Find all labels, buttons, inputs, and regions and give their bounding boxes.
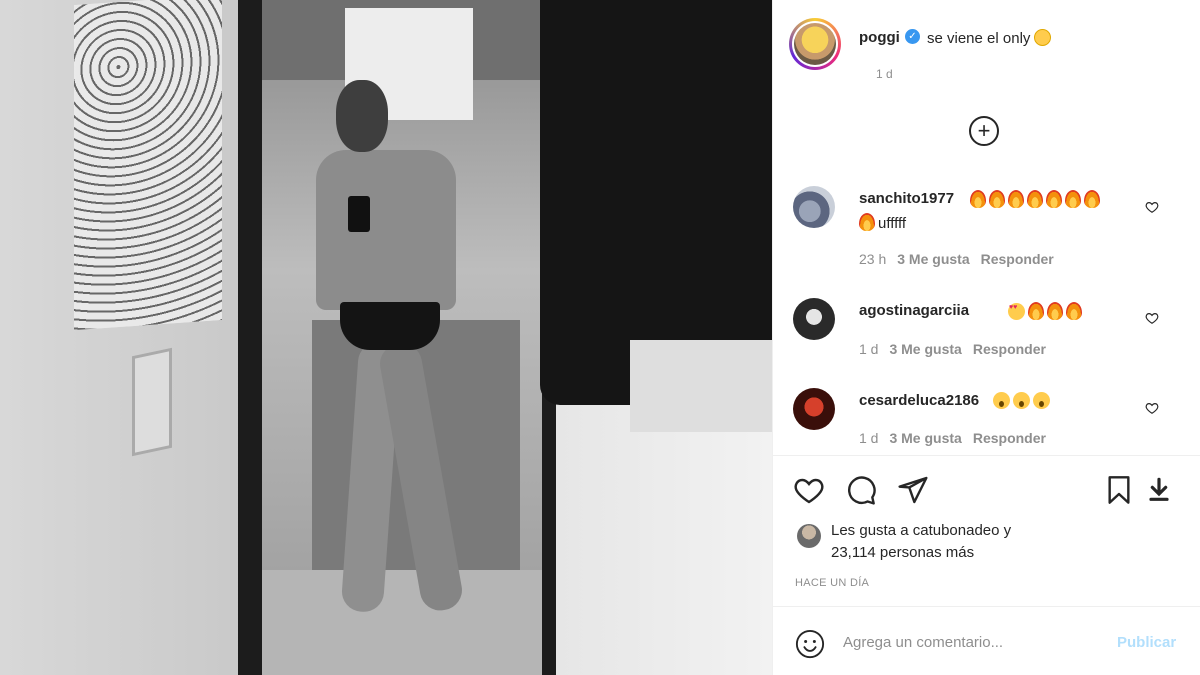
photo-light-switch — [132, 347, 172, 457]
author-avatar[interactable] — [789, 18, 841, 70]
comment-text — [970, 190, 1103, 209]
comment-meta: 1 d 3 Me gusta Responder — [859, 341, 1057, 357]
comment-avatar[interactable] — [793, 388, 835, 430]
comment-text-content: ufffff — [878, 215, 907, 232]
emoji-smile-icon[interactable] — [795, 629, 825, 659]
caption-text: se viene el only — [927, 29, 1052, 47]
caption-text-content: se viene el only — [927, 30, 1031, 47]
astonished-face-icon — [1033, 392, 1050, 409]
comment-likes[interactable]: 3 Me gusta — [889, 341, 961, 357]
photo-person-torso — [316, 150, 456, 310]
photo-wall-poster — [74, 0, 222, 331]
flushed-face-icon — [1034, 29, 1052, 46]
heart-eyes-icon — [1008, 303, 1025, 320]
post-side-panel: poggi ✓ se viene el only 1 d + sanchito1… — [772, 0, 1200, 675]
comment-username[interactable]: sanchito1977 — [859, 190, 954, 207]
post-photo[interactable] — [0, 0, 772, 675]
download-icon[interactable] — [1143, 474, 1175, 506]
verified-badge-icon: ✓ — [905, 29, 920, 44]
comment-reply-button[interactable]: Responder — [981, 251, 1054, 267]
fire-icon — [1066, 302, 1082, 320]
photo-person-head — [336, 80, 388, 152]
fire-icon — [1008, 190, 1024, 208]
like-heart-icon[interactable] — [793, 474, 825, 506]
post-caption: poggi ✓ se viene el only 1 d — [789, 18, 1189, 88]
comment-time[interactable]: 1 d — [859, 430, 878, 446]
heart-icon[interactable] — [1145, 401, 1159, 415]
photo-shirt — [630, 340, 772, 432]
liker-avatar[interactable] — [797, 524, 821, 548]
comment-username[interactable]: cesardeluca2186 — [859, 392, 979, 409]
fire-icon — [1047, 302, 1063, 320]
comment-reply-button[interactable]: Responder — [973, 430, 1046, 446]
fire-icon — [1046, 190, 1062, 208]
author-avatar-image — [794, 23, 836, 65]
photo-person — [316, 80, 476, 620]
bookmark-icon[interactable] — [1103, 474, 1135, 506]
photo-person-phone — [348, 196, 370, 232]
likes-prefix: Les gusta a — [831, 522, 913, 539]
comment-bubble-icon[interactable] — [845, 474, 877, 506]
comment-time[interactable]: 1 d — [859, 341, 878, 357]
comment-text — [1008, 302, 1085, 321]
comment-text-line2: ufffff — [859, 213, 906, 232]
fire-icon — [859, 213, 875, 231]
comment-text — [993, 392, 1053, 410]
comment-likes[interactable]: 3 Me gusta — [889, 430, 961, 446]
likes-user[interactable]: catubonadeo — [913, 522, 1000, 539]
fire-icon — [1028, 302, 1044, 320]
heart-icon[interactable] — [1145, 200, 1159, 214]
author-username[interactable]: poggi — [859, 29, 900, 46]
fire-icon — [989, 190, 1005, 208]
share-send-icon[interactable] — [897, 474, 929, 506]
heart-icon[interactable] — [1145, 311, 1159, 325]
fire-icon — [970, 190, 986, 208]
likes-others[interactable]: 23,114 personas más — [831, 544, 974, 561]
comment-username[interactable]: agostinagarciia — [859, 302, 969, 319]
fire-icon — [1084, 190, 1100, 208]
comment-meta: 23 h 3 Me gusta Responder — [859, 251, 1065, 267]
author-avatar-border — [792, 21, 838, 67]
comment-likes[interactable]: 3 Me gusta — [897, 251, 969, 267]
comment-avatar[interactable] — [793, 298, 835, 340]
post-actions: Les gusta a catubonadeo y 23,114 persona… — [773, 455, 1200, 675]
load-more-comments-button[interactable]: + — [969, 116, 999, 146]
post-timestamp[interactable]: HACE UN DÍA — [795, 577, 869, 589]
caption-time[interactable]: 1 d — [876, 67, 893, 81]
astonished-face-icon — [993, 392, 1010, 409]
photo-person-shorts — [340, 302, 440, 350]
comment-time[interactable]: 23 h — [859, 251, 886, 267]
fire-icon — [1065, 190, 1081, 208]
astonished-face-icon — [1013, 392, 1030, 409]
likes-suffix: y — [999, 522, 1012, 539]
add-comment-bar: Publicar — [773, 606, 1200, 675]
comment-input[interactable] — [843, 625, 1103, 659]
likes-line1: Les gusta a catubonadeo y — [831, 522, 1011, 539]
comment-meta: 1 d 3 Me gusta Responder — [859, 430, 1057, 446]
fire-icon — [1027, 190, 1043, 208]
comment-reply-button[interactable]: Responder — [973, 341, 1046, 357]
comment-avatar[interactable] — [793, 186, 835, 228]
publish-button[interactable]: Publicar — [1117, 634, 1176, 651]
